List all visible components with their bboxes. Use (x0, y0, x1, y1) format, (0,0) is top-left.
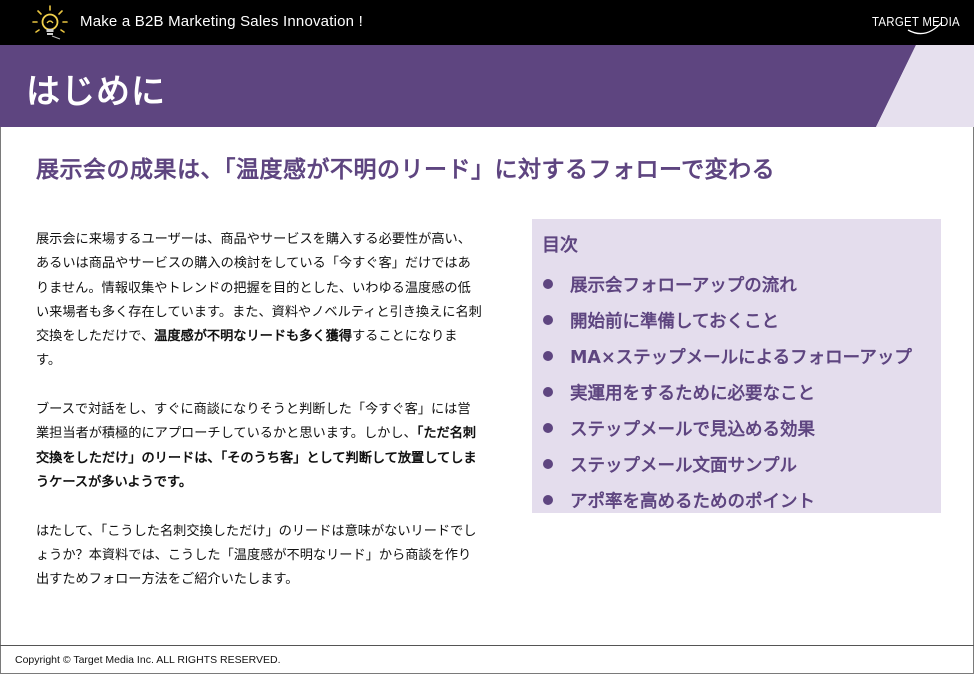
page-title: はじめに (26, 72, 166, 112)
bullet-dot-icon (543, 387, 553, 397)
top-header: Make a B2B Marketing Sales Innovation ! … (0, 0, 974, 45)
toc-item-label: 展示会フォローアップの流れ (570, 275, 797, 296)
lightbulb-icon (32, 5, 68, 40)
toc-title: 目次 (542, 235, 578, 256)
intro-paragraph: 展示会に来場するユーザーは、商品やサービスを購入する必要性が高い、あるいは商品や… (36, 228, 482, 374)
header-tagline: Make a B2B Marketing Sales Innovation ! (80, 13, 363, 30)
toc-item-label: 開始前に準備しておくこと (570, 311, 779, 332)
table-of-contents: 目次 展示会フォローアップの流れ 開始前に準備しておくこと MA×ステップメール… (532, 219, 941, 513)
toc-list: 展示会フォローアップの流れ 開始前に準備しておくこと MA×ステップメールによる… (542, 266, 912, 518)
intro-body: 展示会に来場するユーザーは、商品やサービスを購入する必要性が高い、あるいは商品や… (36, 228, 482, 617)
toc-item[interactable]: ステップメール文面サンプル (542, 446, 912, 482)
bullet-dot-icon (543, 423, 553, 433)
toc-item-label: ステップメール文面サンプル (570, 455, 797, 476)
toc-item-label: MA×ステップメールによるフォローアップ (570, 347, 912, 368)
toc-item-label: 実運用をするために必要なこと (570, 383, 815, 404)
footer-divider (0, 645, 974, 646)
copyright-text: Copyright © Target Media Inc. ALL RIGHTS… (15, 654, 281, 666)
bullet-dot-icon (543, 495, 553, 505)
bullet-dot-icon (543, 459, 553, 469)
bullet-dot-icon (543, 315, 553, 325)
brand-logo: TARGET MEDIA (872, 14, 960, 29)
toc-item-label: ステップメールで見込める効果 (570, 419, 815, 440)
toc-item[interactable]: 展示会フォローアップの流れ (542, 266, 912, 302)
toc-item[interactable]: MA×ステップメールによるフォローアップ (542, 338, 912, 374)
bullet-dot-icon (543, 279, 553, 289)
paragraph-text: 展示会に来場するユーザーは、商品やサービスを購入する必要性が高い、あるいは商品や… (36, 232, 482, 345)
toc-item[interactable]: ステップメールで見込める効果 (542, 410, 912, 446)
paragraph-text: ブースで対話をし、すぐに商談になりそうと判断した「今すぐ客」には営業担当者が積極… (36, 402, 471, 442)
intro-paragraph: ブースで対話をし、すぐに商談になりそうと判断した「今すぐ客」には営業担当者が積極… (36, 398, 482, 495)
section-subheading: 展示会の成果は、「温度感が不明のリード」に対するフォローで変わる (36, 157, 776, 183)
bullet-dot-icon (543, 351, 553, 361)
paragraph-text: はたして、「こうした名刺交換しただけ」のリードは意味がないリードでしょうか？本資… (36, 523, 477, 588)
toc-item[interactable]: 開始前に準備しておくこと (542, 302, 912, 338)
toc-item-label: アポ率を高めるためのポイント (570, 491, 815, 512)
toc-item[interactable]: アポ率を高めるためのポイント (542, 482, 912, 518)
toc-item[interactable]: 実運用をするために必要なこと (542, 374, 912, 410)
intro-paragraph: はたして、「こうした名刺交換しただけ」のリードは意味がないリードでしょうか？本資… (36, 520, 482, 593)
emphasis-text: 温度感が不明なリードも多く獲得 (154, 329, 352, 345)
